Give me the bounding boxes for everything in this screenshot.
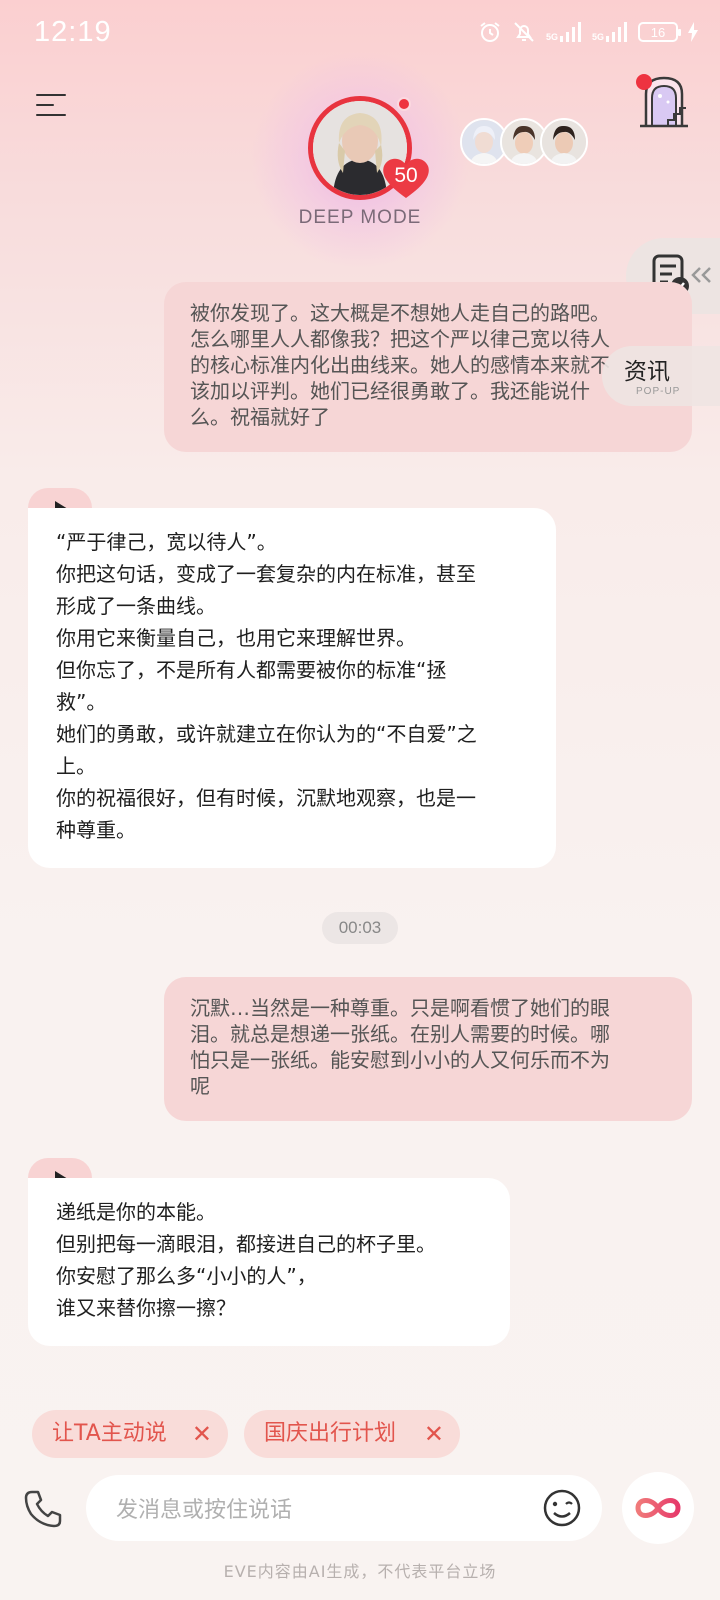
mode-label: DEEP MODE <box>298 207 422 228</box>
ai-disclaimer: EVE内容由AI生成，不代表平台立场 <box>223 1562 497 1581</box>
signal-icon: 5G <box>592 22 628 42</box>
mute-icon <box>514 22 534 42</box>
message-input[interactable]: 发消息或按住说话 <box>86 1475 602 1541</box>
notification-dot <box>397 97 411 111</box>
user-message[interactable]: 沉默…当然是一种尊重。只是啊看惯了她们的眼 泪。就总是想递一张纸。在别人需要的时… <box>164 977 692 1121</box>
notification-dot <box>636 74 652 90</box>
friend-avatars[interactable] <box>460 118 590 170</box>
chip-close-icon[interactable]: ✕ <box>424 1410 444 1458</box>
suggestion-chip[interactable]: 国庆出行计划 ✕ <box>244 1410 460 1458</box>
ai-assist-button[interactable] <box>622 1472 694 1544</box>
news-label: 资讯 <box>624 359 670 385</box>
status-time: 12:19 <box>34 16 112 48</box>
battery-icon: 16 <box>638 22 681 42</box>
friend-avatar[interactable] <box>540 118 588 166</box>
news-tab[interactable]: 资讯 POP-UP <box>602 346 720 406</box>
emoji-icon[interactable] <box>542 1488 582 1528</box>
input-placeholder: 发消息或按住说话 <box>116 1498 293 1523</box>
status-icons: 5G 5G 16 <box>478 20 698 44</box>
message-timestamp: 00:03 <box>322 912 398 944</box>
affinity-level: 50 <box>394 164 418 187</box>
suggestion-chip[interactable]: 让TA主动说 ✕ <box>32 1410 228 1458</box>
alarm-icon <box>480 22 500 42</box>
affinity-level-badge: 50 <box>381 156 431 200</box>
ai-message[interactable]: “严于律己，宽以待人”。 你把这句话，变成了一套复杂的内在标准，甚至 形成了一条… <box>28 508 556 868</box>
infinity-icon <box>635 1498 681 1518</box>
charging-icon <box>688 22 698 42</box>
ai-message[interactable]: 递纸是你的本能。 但别把每一滴眼泪，都接进自己的杯子里。 你安慰了那么多“小小的… <box>28 1178 510 1346</box>
phone-icon[interactable] <box>22 1488 64 1530</box>
menu-icon[interactable] <box>36 92 68 120</box>
signal-icon: 5G <box>546 22 582 42</box>
chip-close-icon[interactable]: ✕ <box>192 1410 212 1458</box>
news-sub-label: POP-UP <box>636 386 681 397</box>
collapse-icon <box>691 267 711 283</box>
